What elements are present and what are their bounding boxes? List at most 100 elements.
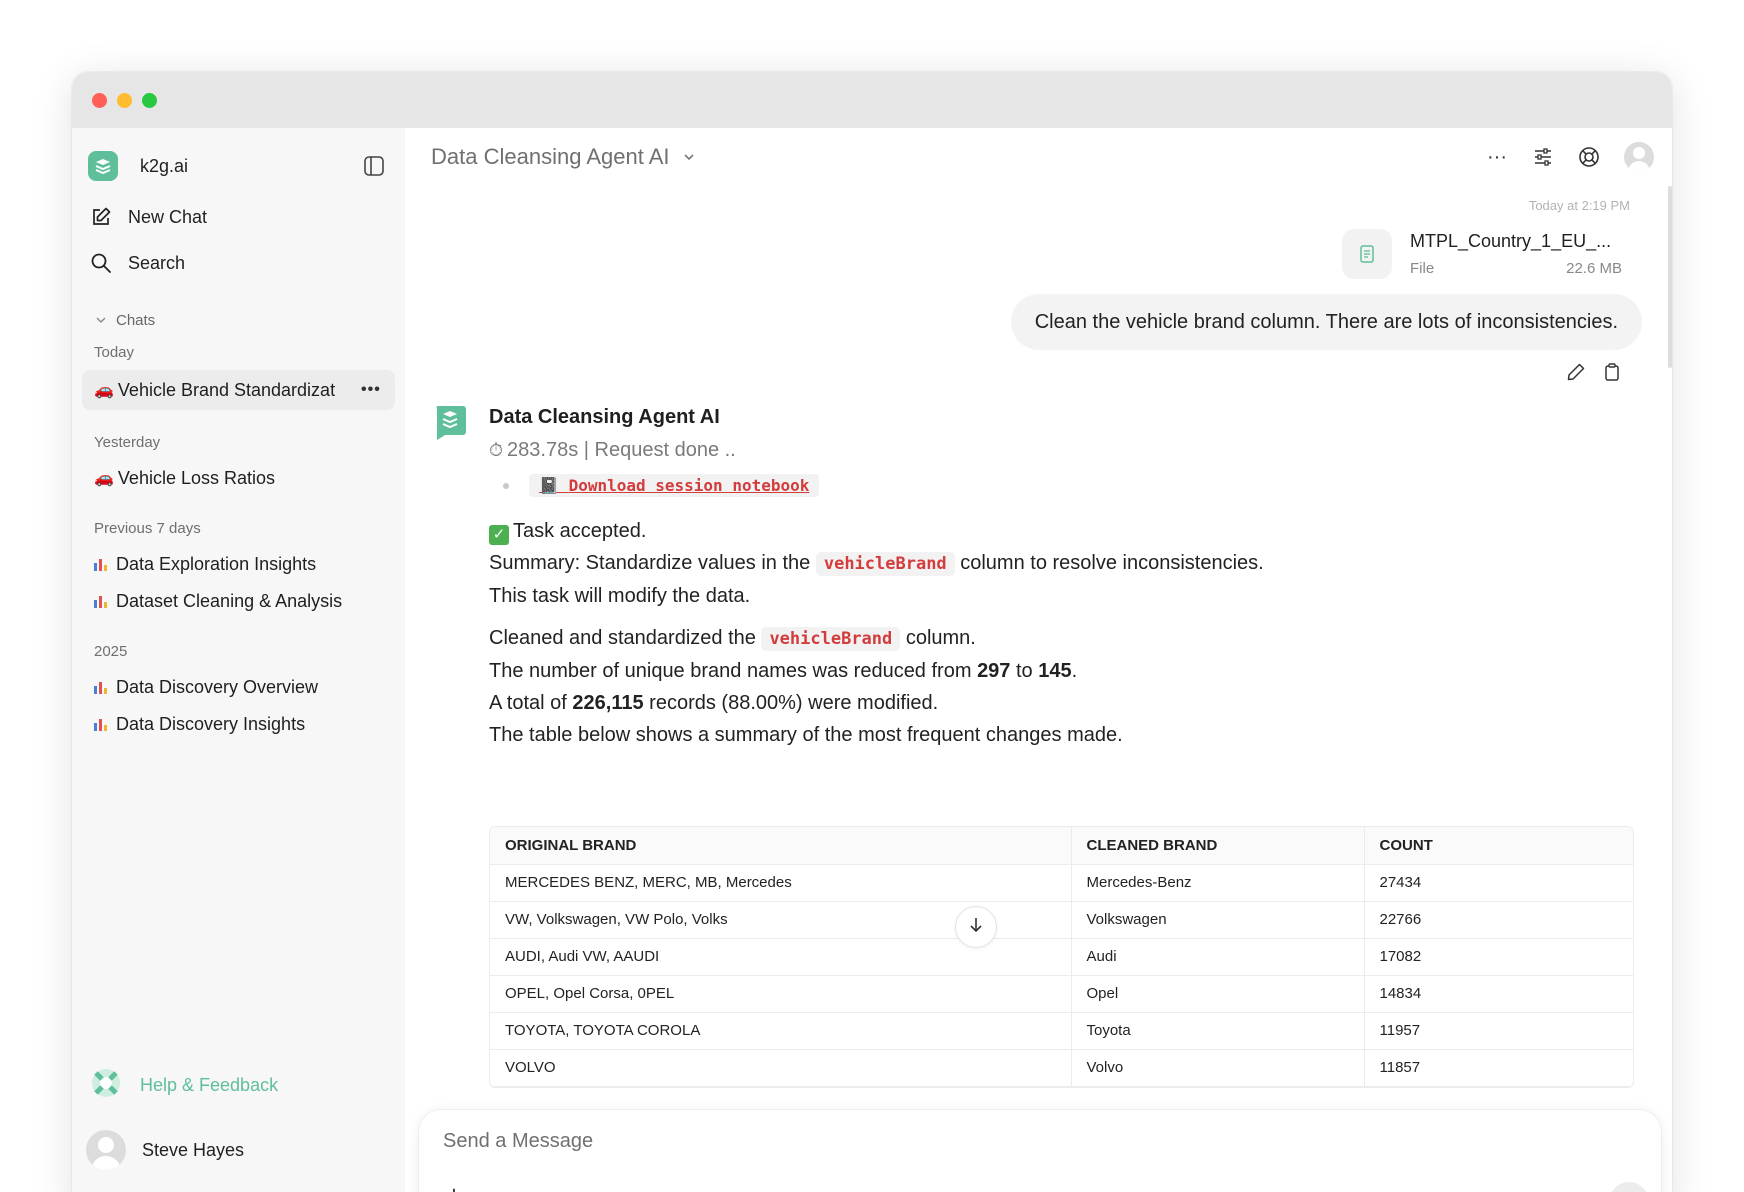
- car-icon: 🚗: [94, 382, 114, 399]
- table-row: VW, Volkswagen, VW Polo, Volks Volkswage…: [490, 901, 1633, 939]
- avatar[interactable]: [1624, 142, 1654, 172]
- bullet: [503, 482, 509, 489]
- group-label-yesterday: Yesterday: [94, 433, 161, 451]
- close-window-button[interactable]: [92, 92, 107, 108]
- task-accepted-text: Task accepted.: [513, 520, 647, 542]
- task-accepted-line: ✓ Task accepted.: [489, 515, 1642, 547]
- chat-item-data-discovery-overview[interactable]: Data Discovery Overview: [82, 667, 395, 707]
- help-feedback-button[interactable]: Help & Feedback: [90, 1068, 278, 1102]
- chat-item-data-exploration[interactable]: Data Exploration Insights: [82, 544, 395, 584]
- send-button[interactable]: [1609, 1182, 1649, 1192]
- cleaned-prefix: Cleaned and standardized the: [489, 627, 756, 649]
- changes-table-grid: ORIGINAL BRAND CLEANED BRAND COUNT MERCE…: [490, 827, 1633, 1087]
- unique-from: 297: [977, 660, 1011, 682]
- cell-original: OPEL, Opel Corsa, 0PEL: [490, 975, 1072, 1013]
- chat-item-title: Vehicle Loss Ratios: [117, 467, 276, 488]
- cleaned-line: Cleaned and standardized the vehicleBran…: [489, 622, 1642, 655]
- chat-item-dataset-cleaning[interactable]: Dataset Cleaning & Analysis: [82, 581, 395, 621]
- message-input[interactable]: [443, 1130, 1343, 1153]
- car-icon: 🚗: [94, 470, 114, 487]
- chat-item-title: Dataset Cleaning & Analysis: [116, 590, 343, 611]
- cell-cleaned: Volkswagen: [1071, 901, 1365, 939]
- search-icon: [90, 252, 112, 274]
- minimize-window-button[interactable]: [117, 92, 132, 108]
- cell-count: 11957: [1364, 1012, 1633, 1050]
- lifebuoy-icon: [90, 1067, 122, 1104]
- bar-chart-icon: [94, 680, 110, 694]
- cell-cleaned: Mercedes-Benz: [1071, 864, 1365, 902]
- clipboard-icon[interactable]: [1602, 362, 1622, 382]
- user-profile-button[interactable]: Steve Hayes: [86, 1130, 244, 1170]
- unique-count-line: The number of unique brand names was red…: [489, 655, 1642, 687]
- chat-item-vehicle-brand[interactable]: 🚗 Vehicle Brand Standardizat •••: [82, 370, 395, 410]
- brand-logo-icon[interactable]: [88, 151, 118, 181]
- chat-item-title: Data Discovery Insights: [116, 713, 306, 734]
- app-window: k2g.ai New Chat Search Chats Today 🚗 Veh…: [72, 72, 1672, 1192]
- zoom-window-button[interactable]: [142, 92, 157, 108]
- sliders-icon[interactable]: [1532, 146, 1554, 168]
- user-name: Steve Hayes: [142, 1139, 245, 1160]
- assistant-message-body: Data Cleansing Agent AI ⏱ 283.78s | Requ…: [489, 406, 1642, 751]
- more-options-icon[interactable]: ···: [1486, 146, 1508, 168]
- search-button[interactable]: Search: [82, 240, 395, 286]
- total-suffix: records (88.00%) were modified.: [649, 692, 939, 714]
- cell-original: MERCEDES BENZ, MERC, MB, Mercedes: [490, 864, 1072, 902]
- changes-table: ORIGINAL BRAND CLEANED BRAND COUNT MERCE…: [489, 826, 1634, 1088]
- cell-cleaned: Opel: [1071, 975, 1365, 1013]
- file-attachment[interactable]: MTPL_Country_1_EU_... File 22.6 MB: [1342, 224, 1622, 284]
- bar-chart-icon: [94, 594, 110, 608]
- brand-row: k2g.ai: [82, 144, 395, 188]
- cell-cleaned: Toyota: [1071, 1012, 1365, 1050]
- chat-item-title: Data Discovery Overview: [116, 676, 319, 697]
- scroll-to-bottom-button[interactable]: [955, 906, 997, 948]
- new-chat-button[interactable]: New Chat: [82, 194, 395, 240]
- message-actions: [1566, 362, 1622, 382]
- message-composer: +: [419, 1110, 1661, 1192]
- cell-count: 22766: [1364, 901, 1633, 939]
- group-label-today: Today: [94, 343, 135, 361]
- more-options-icon[interactable]: •••: [361, 381, 383, 399]
- download-notebook-link[interactable]: 📓 Download session notebook: [529, 474, 820, 497]
- sidebar: k2g.ai New Chat Search Chats Today 🚗 Veh…: [72, 128, 405, 1192]
- summary-prefix: Summary: Standardize values in the: [489, 552, 811, 574]
- assistant-logo-icon: [433, 404, 467, 440]
- total-prefix: A total of: [489, 692, 567, 714]
- help-feedback-label: Help & Feedback: [140, 1074, 279, 1095]
- file-size: 22.6 MB: [1566, 260, 1622, 277]
- topbar-actions: ···: [1486, 142, 1654, 172]
- column-header-cleaned: CLEANED BRAND: [1071, 827, 1365, 865]
- chat-item-vehicle-loss[interactable]: 🚗 Vehicle Loss Ratios: [82, 458, 395, 498]
- add-attachment-button[interactable]: +: [443, 1180, 465, 1192]
- model-selector[interactable]: Data Cleansing Agent AI: [431, 144, 670, 170]
- chevron-down-icon[interactable]: [682, 150, 696, 164]
- file-info: MTPL_Country_1_EU_... File 22.6 MB: [1410, 231, 1622, 277]
- table-row: TOYOTA, TOYOTA COROLA Toyota 11957: [490, 1012, 1633, 1050]
- sidebar-toggle-icon[interactable]: [363, 155, 385, 177]
- group-label-previous-7-days: Previous 7 days: [94, 519, 201, 537]
- total-records-line: A total of 226,115 records (88.00%) were…: [489, 687, 1642, 719]
- table-row: VOLVO Volvo 11857: [490, 1049, 1633, 1087]
- lifebuoy-icon[interactable]: [1578, 146, 1600, 168]
- chats-section-label: Chats: [116, 311, 156, 329]
- unique-prefix: The number of unique brand names was red…: [489, 660, 972, 682]
- column-code-tag: vehicleBrand: [761, 627, 901, 651]
- edit-icon: [90, 206, 112, 228]
- modify-note: This task will modify the data.: [489, 585, 751, 607]
- chat-item-data-discovery-insights[interactable]: Data Discovery Insights: [82, 704, 395, 744]
- table-row: AUDI, Audi VW, AAUDI Audi 17082: [490, 938, 1633, 976]
- cell-cleaned: Volvo: [1071, 1049, 1365, 1087]
- edit-icon[interactable]: [1566, 362, 1586, 382]
- file-meta: File 22.6 MB: [1410, 260, 1622, 277]
- table-intro: The table below shows a summary of the m…: [489, 724, 1123, 746]
- column-header-count: COUNT: [1364, 827, 1633, 865]
- cell-count: 17082: [1364, 938, 1633, 976]
- cell-original: TOYOTA, TOYOTA COROLA: [490, 1012, 1072, 1050]
- scrollbar[interactable]: [1668, 186, 1672, 368]
- cleaned-suffix: column.: [905, 627, 976, 649]
- table-header-row: ORIGINAL BRAND CLEANED BRAND COUNT: [490, 827, 1633, 865]
- download-notebook-label: Download session notebook: [568, 476, 810, 495]
- assistant-status: ⏱ 283.78s | Request done ..: [489, 439, 1642, 462]
- arrow-down-icon: [967, 916, 985, 939]
- summary-suffix: column to resolve inconsistencies.: [960, 552, 1264, 574]
- chats-section-toggle[interactable]: Chats: [82, 308, 395, 332]
